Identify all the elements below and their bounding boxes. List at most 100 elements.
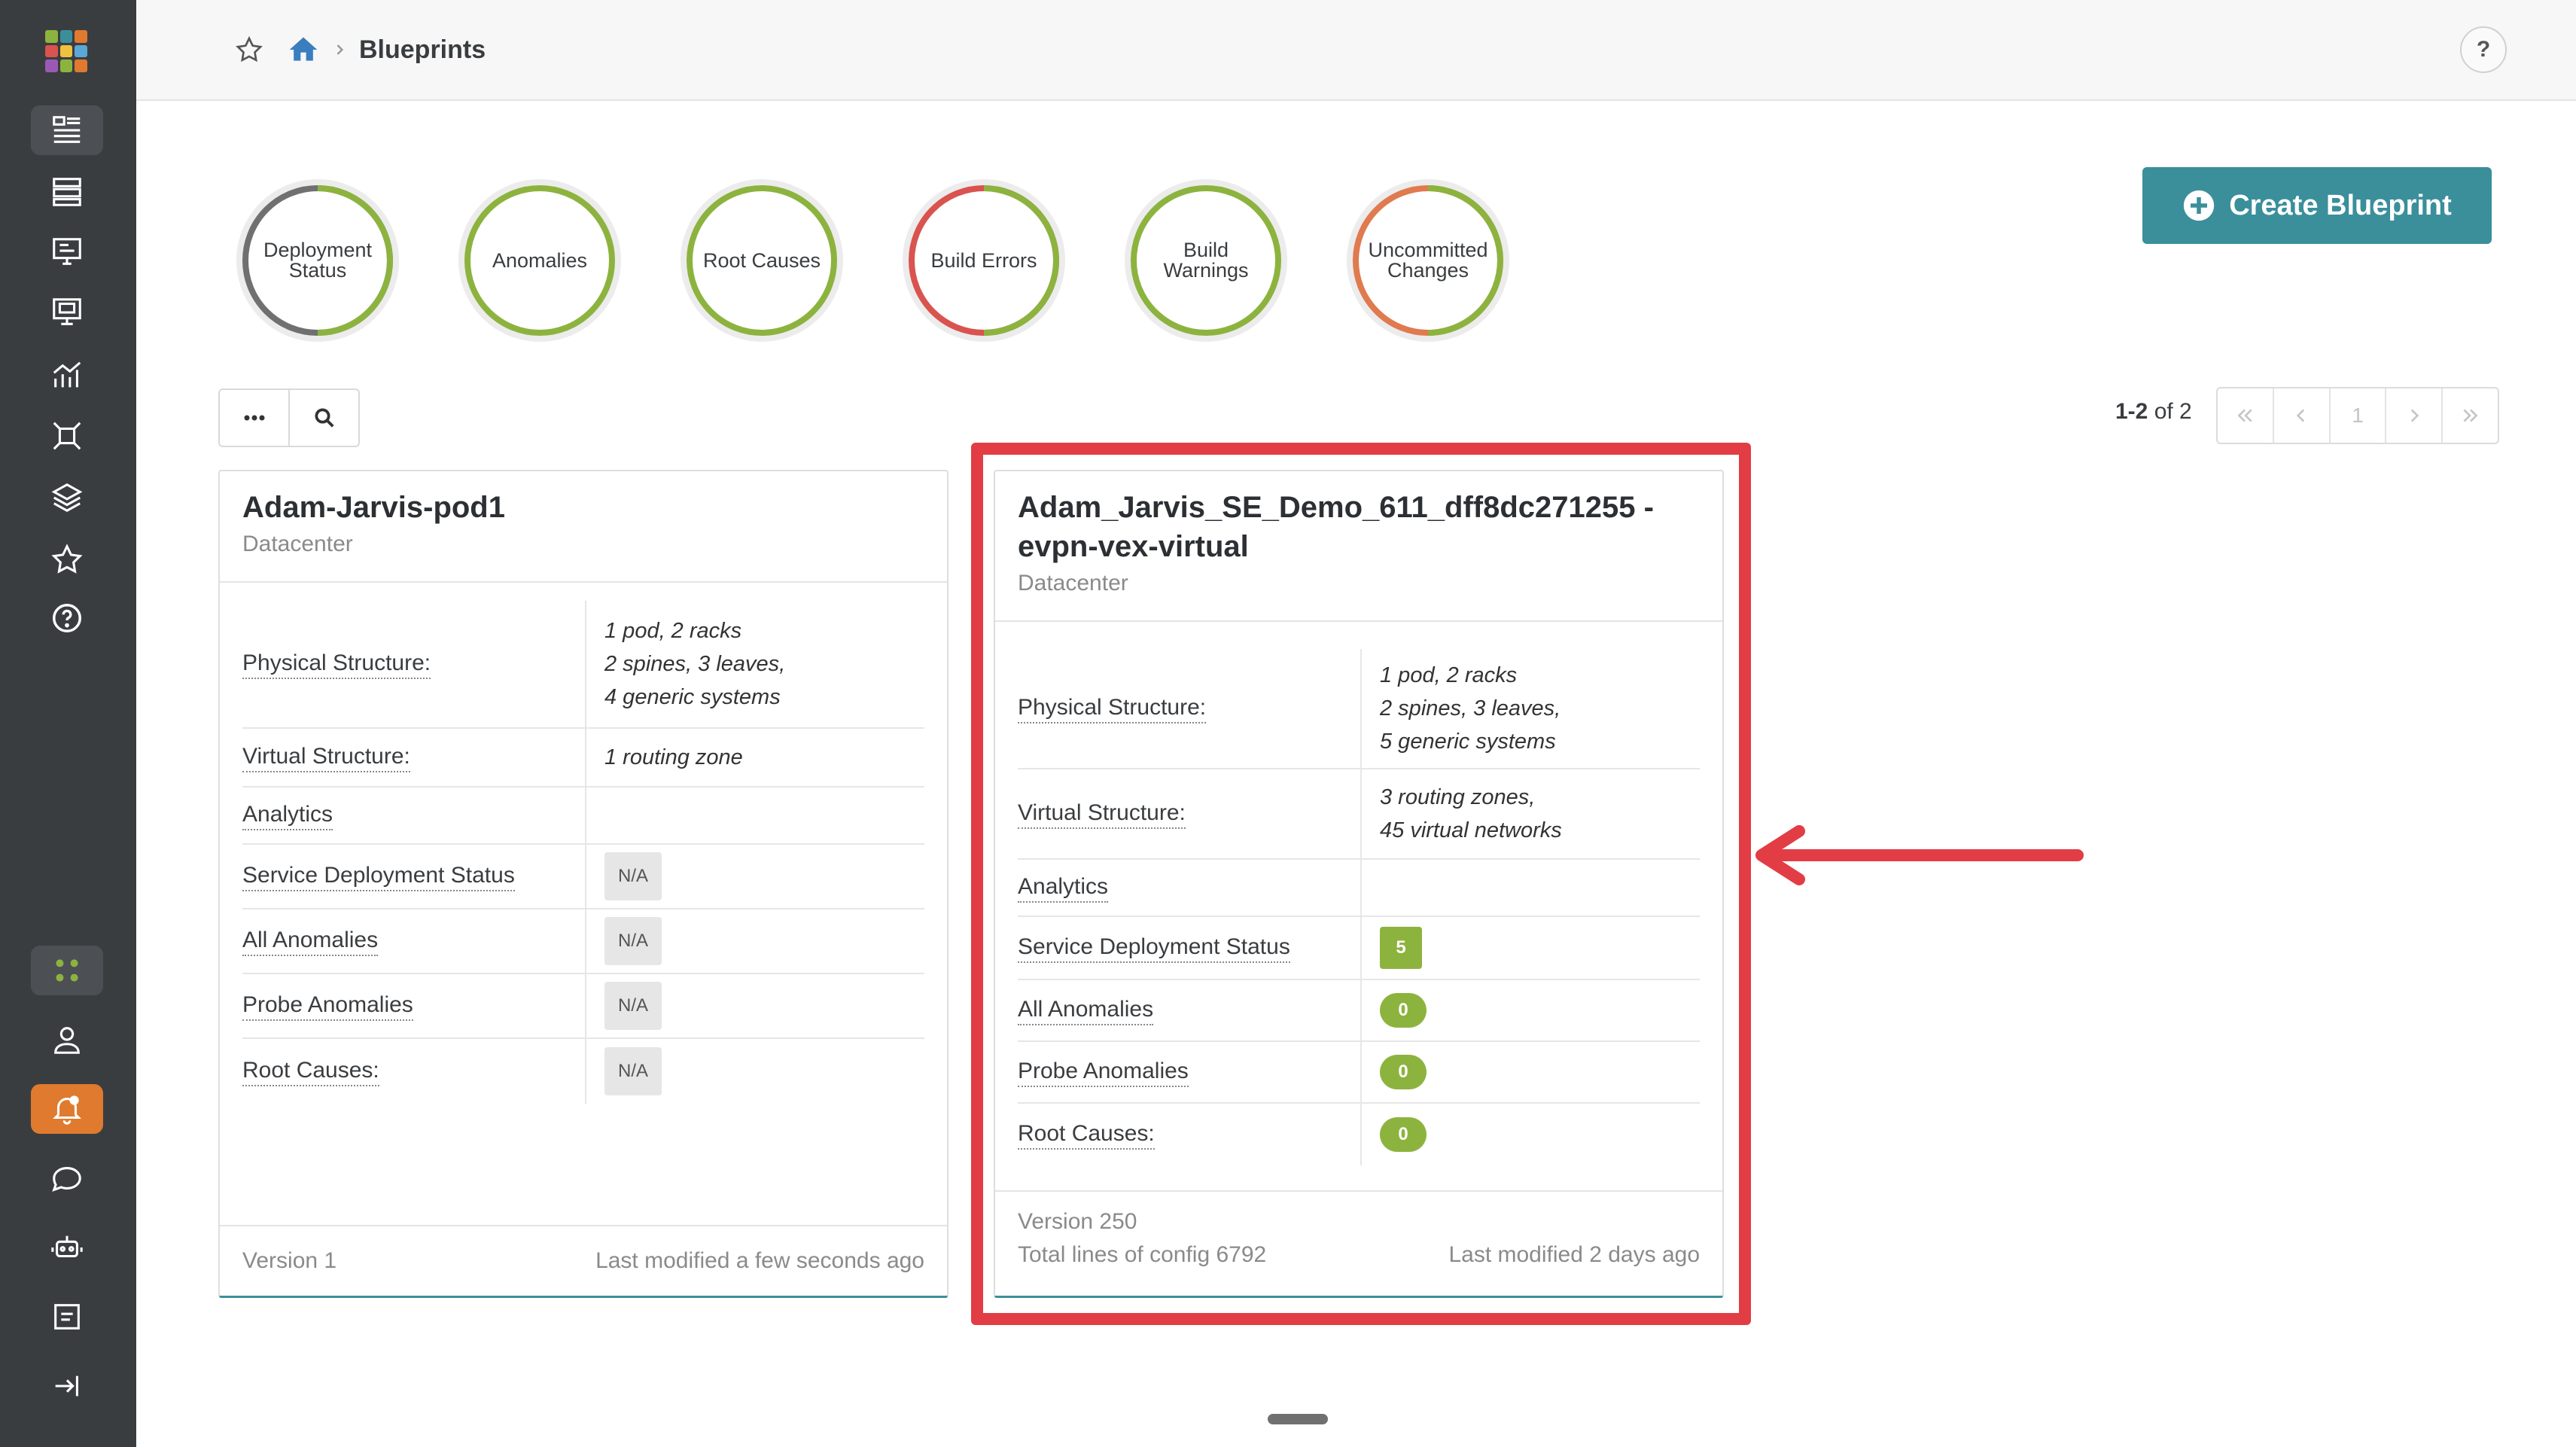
pagination-summary: 1-2 of 2: [2115, 399, 2192, 425]
virtual-line: 1 routing zone: [604, 745, 743, 769]
detail-value: 1 pod, 2 racks 2 spines, 3 leaves, 4 gen…: [586, 601, 924, 727]
detail-value: N/A: [586, 974, 924, 1037]
detail-label: Service Deployment Status: [242, 845, 586, 908]
status-ring-anomalies[interactable]: Anomalies: [457, 178, 623, 343]
double-chevron-right-icon: [2462, 409, 2477, 422]
card-details: Physical Structure: 1 pod, 2 racks 2 spi…: [242, 601, 924, 1104]
detail-row-service: Service Deployment Status N/A: [242, 845, 924, 909]
status-badge: N/A: [604, 917, 662, 965]
page-number[interactable]: 1: [2328, 388, 2386, 443]
card-type: Datacenter: [242, 532, 353, 556]
sidebar-item-favorites[interactable]: [31, 535, 103, 584]
status-ring-root-causes[interactable]: Root Causes: [679, 178, 845, 343]
help-button[interactable]: ?: [2460, 26, 2507, 73]
sidebar-item-platform[interactable]: [31, 411, 103, 461]
highlight-box: [971, 443, 1751, 1325]
last-page-button[interactable]: [2441, 388, 2498, 443]
document-icon: [54, 1304, 80, 1330]
detail-value: [586, 787, 924, 843]
sidebar-item-logout[interactable]: [31, 1361, 103, 1411]
physical-line: 4 generic systems: [604, 685, 781, 709]
double-chevron-left-icon: [2237, 409, 2252, 422]
create-blueprint-button[interactable]: Create Blueprint: [2142, 167, 2492, 244]
all-anomalies-label[interactable]: All Anomalies: [242, 926, 379, 956]
detail-value: N/A: [586, 845, 924, 908]
sidebar-item-blueprints[interactable]: [31, 105, 103, 155]
sidebar-item-devices[interactable]: [31, 167, 103, 217]
pagination-controls: 1: [2216, 387, 2499, 444]
root-causes-label[interactable]: Root Causes:: [242, 1056, 379, 1086]
page-title: Blueprints: [359, 35, 486, 64]
sidebar-item-notifications[interactable]: [31, 1084, 103, 1134]
chevron-right-icon: [2410, 409, 2419, 422]
app-logo[interactable]: [45, 30, 87, 72]
home-icon[interactable]: [287, 33, 320, 66]
detail-label: All Anomalies: [242, 909, 586, 973]
first-page-button[interactable]: [2218, 388, 2273, 443]
physical-line: 2 spines, 3 leaves,: [604, 652, 786, 676]
probe-anomalies-label[interactable]: Probe Anomalies: [242, 991, 413, 1021]
status-badge: N/A: [604, 852, 662, 900]
devices-icon: [53, 178, 81, 206]
user-icon: [54, 1027, 80, 1054]
sidebar-item-layers[interactable]: [31, 473, 103, 522]
detail-row-root-causes: Root Causes: N/A: [242, 1039, 924, 1104]
sidebar-item-assistant[interactable]: [31, 1223, 103, 1272]
ring-label: Build Warnings: [1163, 239, 1249, 282]
bottom-drag-handle[interactable]: [1268, 1414, 1328, 1424]
top-bar: Blueprints ?: [136, 0, 2576, 101]
status-badge: N/A: [604, 1047, 662, 1095]
plus-circle-icon: [2184, 190, 2215, 221]
detail-value: 1 routing zone: [586, 729, 924, 786]
sidebar-item-chat[interactable]: [31, 1153, 103, 1203]
bell-icon: [52, 1095, 82, 1125]
blueprint-card[interactable]: Adam-Jarvis-pod1 Datacenter Physical Str…: [218, 470, 948, 1298]
chat-icon: [52, 1167, 81, 1192]
pagination-total: of 2: [2154, 399, 2192, 424]
dots-grid-icon: [56, 959, 78, 982]
ring-label: Build Errors: [930, 248, 1037, 272]
sidebar-item-resources[interactable]: [31, 288, 103, 337]
help-icon: [53, 604, 81, 632]
detail-label: Root Causes:: [242, 1039, 586, 1104]
card-footer: Version 1 Last modified a few seconds ag…: [220, 1225, 947, 1296]
card-last-modified: Last modified a few seconds ago: [595, 1248, 924, 1273]
sidebar-item-analytics[interactable]: [31, 351, 103, 401]
service-deployment-label[interactable]: Service Deployment Status: [242, 861, 515, 891]
next-page-button[interactable]: [2385, 388, 2441, 443]
virtual-structure-label[interactable]: Virtual Structure:: [242, 742, 410, 772]
status-ring-build-errors[interactable]: Build Errors: [901, 178, 1067, 343]
robot-icon: [51, 1235, 83, 1258]
card-title[interactable]: Adam-Jarvis-pod1: [242, 488, 924, 527]
design-icon: [53, 238, 81, 265]
detail-value: N/A: [586, 1039, 924, 1104]
favorite-star-icon[interactable]: [234, 35, 264, 65]
sidebar-item-docs[interactable]: [31, 1292, 103, 1342]
status-ring-uncommitted[interactable]: Uncommitted Changes: [1345, 178, 1511, 343]
physical-line: 1 pod, 2 racks: [604, 619, 742, 643]
sidebar-item-design[interactable]: [31, 227, 103, 277]
detail-row-physical: Physical Structure: 1 pod, 2 racks 2 spi…: [242, 601, 924, 729]
chevron-right-icon: [336, 44, 344, 55]
detail-label: Physical Structure:: [242, 601, 586, 727]
sidebar: [0, 0, 136, 1447]
detail-row-virtual: Virtual Structure: 1 routing zone: [242, 729, 924, 787]
status-ring-deployment[interactable]: Deployment Status: [235, 178, 400, 343]
detail-label: Probe Anomalies: [242, 974, 586, 1037]
breadcrumb: Blueprints: [234, 33, 486, 66]
detail-row-probe: Probe Anomalies N/A: [242, 974, 924, 1039]
prev-page-button[interactable]: [2272, 388, 2329, 443]
sidebar-item-help[interactable]: [31, 593, 103, 643]
sidebar-item-user[interactable]: [31, 1015, 103, 1065]
detail-row-all-anomalies: All Anomalies N/A: [242, 909, 924, 974]
resources-icon: [53, 298, 81, 325]
status-badge: N/A: [604, 982, 662, 1030]
physical-structure-label[interactable]: Physical Structure:: [242, 649, 431, 679]
detail-label: Analytics: [242, 787, 586, 843]
analytics-label[interactable]: Analytics: [242, 800, 333, 830]
more-options-button[interactable]: [220, 390, 288, 446]
more-dots-icon: [244, 415, 264, 421]
status-ring-build-warnings[interactable]: Build Warnings: [1123, 178, 1289, 343]
sidebar-item-apps[interactable]: [31, 946, 103, 995]
search-button[interactable]: [288, 390, 358, 446]
